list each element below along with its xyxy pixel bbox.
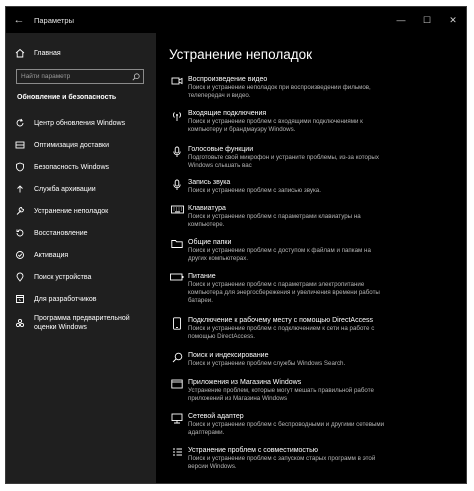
home-icon bbox=[6, 48, 34, 58]
troubleshooter-keyboard[interactable]: Клавиатура Поиск и устранение проблем с … bbox=[169, 204, 459, 229]
troubleshooter-title: Общие папки bbox=[188, 239, 232, 246]
troubleshooter-title: Входящие подключения bbox=[188, 110, 267, 117]
sidebar-item-label: Для разработчиков bbox=[34, 295, 97, 303]
troubleshooter-description: Поиск и устранение неполадок при воспрои… bbox=[188, 84, 371, 99]
close-button[interactable]: ✕ bbox=[440, 7, 466, 33]
sidebar-item-label: Оптимизация доставки bbox=[34, 141, 110, 149]
troubleshooter-directaccess[interactable]: Подключение к рабочему месту с помощью D… bbox=[169, 316, 459, 341]
antenna-icon bbox=[169, 109, 185, 134]
troubleshooter-incoming-connections[interactable]: Входящие подключения Поиск и устранение … bbox=[169, 109, 459, 134]
shield-icon bbox=[6, 162, 34, 172]
developer-icon bbox=[6, 294, 34, 304]
troubleshooter-description: Устранение проблем, которые могут мешать… bbox=[188, 387, 374, 402]
sidebar-item-label: Восстановление bbox=[34, 229, 88, 237]
troubleshooter-description: Поиск и устранение проблем службы Window… bbox=[188, 360, 346, 367]
sidebar-item-windows-security[interactable]: Безопасность Windows bbox=[6, 156, 156, 178]
search-input[interactable] bbox=[17, 73, 129, 80]
sidebar-item-recovery[interactable]: Восстановление bbox=[6, 222, 156, 244]
troubleshooter-store-apps[interactable]: Приложения из Магазина Windows Устранени… bbox=[169, 378, 459, 403]
store-app-icon bbox=[169, 378, 185, 403]
sidebar-item-find-device[interactable]: Поиск устройства bbox=[6, 266, 156, 288]
shared-folder-icon bbox=[169, 238, 185, 263]
activation-icon bbox=[6, 250, 34, 260]
find-device-icon bbox=[6, 272, 34, 282]
sidebar-item-home[interactable]: Главная bbox=[6, 42, 156, 64]
search-box[interactable] bbox=[16, 69, 144, 84]
sidebar-item-label: Центр обновления Windows bbox=[34, 119, 126, 127]
troubleshooter-description: Поиск и устранение проблем с входящими п… bbox=[188, 118, 363, 133]
section-label: Обновление и безопасность bbox=[17, 94, 117, 101]
sidebar-item-label: Активация bbox=[34, 251, 69, 259]
main-content: Устранение неполадок Воспроизведение вид… bbox=[156, 33, 466, 483]
title-bar: ← Параметры — ☐ ✕ bbox=[6, 7, 466, 33]
page-title: Устранение неполадок bbox=[169, 47, 313, 62]
window-title: Параметры bbox=[34, 15, 74, 25]
search-icon[interactable] bbox=[129, 72, 143, 81]
troubleshooter-description: Поиск и устранение проблем с параметрами… bbox=[188, 281, 380, 304]
sidebar-item-label: Устранение неполадок bbox=[34, 207, 109, 215]
sidebar-item-label: Служба архивации bbox=[34, 185, 96, 193]
microphone-icon bbox=[169, 145, 185, 170]
device-phone-icon bbox=[169, 316, 185, 341]
back-arrow-icon: ← bbox=[13, 14, 25, 26]
troubleshooter-title: Сетевой адаптер bbox=[188, 413, 244, 420]
refresh-icon bbox=[6, 118, 34, 128]
troubleshooter-description: Поиск и устранение проблем с запуском ст… bbox=[188, 455, 376, 470]
troubleshooter-network-adapter[interactable]: Сетевой адаптер Поиск и устранение пробл… bbox=[169, 412, 459, 437]
sidebar-item-label: Программа предварительной оценки Windows bbox=[34, 315, 130, 331]
troubleshooter-power[interactable]: Питание Поиск и устранение проблем с пар… bbox=[169, 272, 459, 305]
troubleshooter-title: Поиск и индексирование bbox=[188, 352, 269, 359]
compatibility-icon bbox=[169, 446, 185, 471]
keyboard-icon bbox=[169, 204, 185, 229]
troubleshooter-speech[interactable]: Голосовые функции Подготовьте свой микро… bbox=[169, 145, 459, 170]
troubleshooter-description: Поиск и устранение проблем с записью зву… bbox=[188, 187, 321, 194]
troubleshooter-description: Подготовьте свой микрофон и устраните пр… bbox=[188, 154, 379, 169]
sidebar: Главная Обновление и безопасность Центр … bbox=[6, 33, 156, 483]
battery-icon bbox=[169, 272, 185, 305]
sidebar-item-activation[interactable]: Активация bbox=[6, 244, 156, 266]
sidebar-item-troubleshoot[interactable]: Устранение неполадок bbox=[6, 200, 156, 222]
sidebar-item-label: Безопасность Windows bbox=[34, 163, 109, 171]
troubleshooter-title: Подключение к рабочему месту с помощью D… bbox=[188, 317, 373, 324]
troubleshooter-description: Поиск и устранение проблем с параметрами… bbox=[188, 213, 361, 228]
wrench-icon bbox=[6, 206, 34, 216]
troubleshooter-title: Голосовые функции bbox=[188, 146, 254, 153]
video-icon bbox=[169, 75, 185, 100]
troubleshooter-search-indexing[interactable]: Поиск и индексирование Поиск и устранени… bbox=[169, 351, 459, 368]
sidebar-item-developers[interactable]: Для разработчиков bbox=[6, 288, 156, 310]
sidebar-item-label: Поиск устройства bbox=[34, 273, 92, 281]
network-adapter-icon bbox=[169, 412, 185, 437]
sidebar-item-backup[interactable]: Служба архивации bbox=[6, 178, 156, 200]
sidebar-item-windows-update[interactable]: Центр обновления Windows bbox=[6, 112, 156, 134]
back-button[interactable]: ← bbox=[6, 7, 32, 33]
troubleshooter-description: Поиск и устранение проблем с подключение… bbox=[188, 325, 375, 340]
sidebar-item-label: Главная bbox=[34, 49, 61, 57]
microphone-icon bbox=[169, 178, 185, 195]
backup-icon bbox=[6, 184, 34, 194]
settings-window: ← Параметры — ☐ ✕ Главная Обновление и б… bbox=[5, 6, 467, 484]
troubleshooter-title: Питание bbox=[188, 273, 216, 280]
troubleshooter-title: Запись звука bbox=[188, 179, 231, 186]
recovery-icon bbox=[6, 228, 34, 238]
minimize-button[interactable]: — bbox=[388, 7, 414, 33]
troubleshooter-description: Поиск и устранение проблем с доступом к … bbox=[188, 247, 371, 262]
search-icon bbox=[169, 351, 185, 368]
maximize-button[interactable]: ☐ bbox=[414, 7, 440, 33]
delivery-icon bbox=[6, 140, 34, 150]
troubleshooter-title: Устранение проблем с совместимостью bbox=[188, 447, 319, 454]
insider-icon bbox=[6, 318, 34, 328]
troubleshooter-shared-folders[interactable]: Общие папки Поиск и устранение проблем с… bbox=[169, 238, 459, 263]
sidebar-item-insider[interactable]: Программа предварительной оценки Windows bbox=[6, 310, 156, 336]
troubleshooter-title: Клавиатура bbox=[188, 205, 226, 212]
sidebar-item-delivery-optimization[interactable]: Оптимизация доставки bbox=[6, 134, 156, 156]
troubleshooter-recording-audio[interactable]: Запись звука Поиск и устранение проблем … bbox=[169, 178, 459, 195]
troubleshooter-title: Воспроизведение видео bbox=[188, 76, 268, 83]
troubleshooter-description: Поиск и устранение проблем с беспроводны… bbox=[188, 421, 385, 436]
troubleshooter-title: Приложения из Магазина Windows bbox=[188, 379, 302, 386]
troubleshooter-video-playback[interactable]: Воспроизведение видео Поиск и устранение… bbox=[169, 75, 459, 100]
troubleshooter-compatibility[interactable]: Устранение проблем с совместимостью Поис… bbox=[169, 446, 459, 471]
